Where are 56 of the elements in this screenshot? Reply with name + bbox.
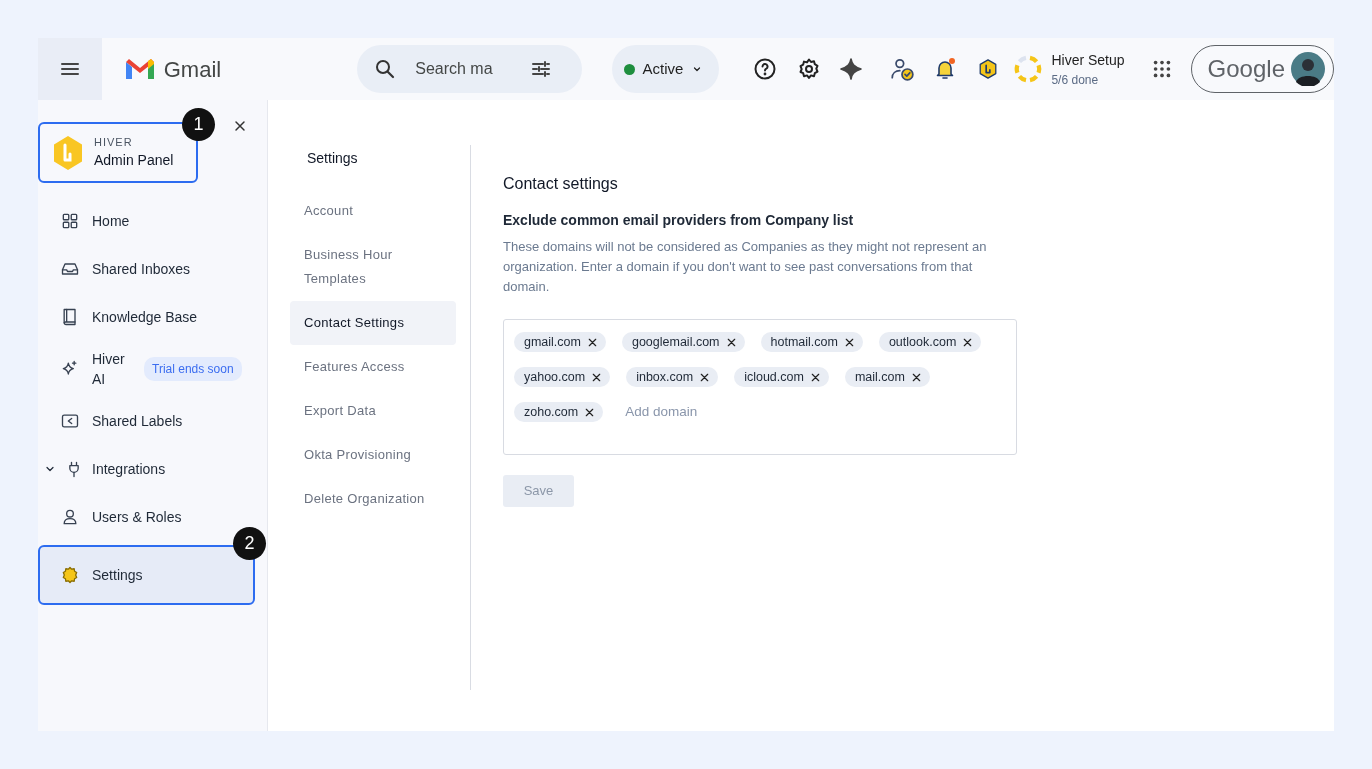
settings-nav-item[interactable]: Account [290, 189, 456, 233]
settings-nav-item[interactable]: Delete Organization [290, 477, 456, 521]
close-icon[interactable] [725, 336, 737, 348]
search-input[interactable]: Search ma [413, 56, 514, 82]
section-title: Settings [306, 149, 359, 168]
avatar [1291, 52, 1325, 86]
sidebar-item[interactable]: Home [38, 197, 267, 245]
trial-badge: Trial ends soon [144, 357, 242, 381]
domain-tag: googlemail.com [621, 332, 745, 352]
domain-tag: gmail.com [514, 332, 606, 352]
user-check-icon[interactable] [889, 56, 916, 82]
home-icon [60, 211, 80, 231]
close-icon[interactable] [584, 406, 596, 418]
status-button[interactable]: Active [611, 45, 720, 93]
brand-label: HIVER [94, 134, 134, 150]
domain-tag: icloud.com [734, 367, 829, 387]
sparkle-icon[interactable] [839, 57, 864, 81]
setup-title[interactable]: Hiver Setup [1051, 49, 1125, 71]
domain-tag: zoho.com [514, 402, 604, 422]
settings-nav-item[interactable]: Features Access [290, 345, 456, 389]
settings-nav-item[interactable]: Business Hour Templates [290, 233, 420, 301]
brand-title: Admin Panel [94, 151, 174, 171]
settings-nav-item[interactable]: Export Data [290, 389, 456, 433]
step-number: 1 [182, 108, 215, 141]
domain-tag: outlook.com [878, 332, 982, 352]
settings-nav-item[interactable]: Contact Settings [290, 301, 456, 345]
step-number: 2 [233, 527, 266, 560]
mail-logo-icon [123, 57, 156, 81]
settings-icon [60, 565, 80, 585]
sidebar-item[interactable]: Integrations [38, 445, 267, 493]
close-icon[interactable] [586, 336, 598, 348]
sidebar-item[interactable]: Hiver AI Trial ends soon [38, 341, 267, 397]
close-icon[interactable] [232, 118, 248, 134]
sidebar-item[interactable]: Knowledge Base [38, 293, 267, 341]
settings-nav-item[interactable]: Okta Provisioning [290, 433, 456, 477]
search-bar[interactable]: Search ma [357, 45, 582, 93]
close-icon[interactable] [809, 371, 821, 383]
menu-button[interactable] [38, 38, 102, 100]
sidebar-item[interactable]: Shared Inboxes [38, 245, 267, 293]
close-icon[interactable] [591, 371, 603, 383]
app-name: Gmail [163, 55, 222, 84]
close-icon[interactable] [699, 371, 711, 383]
sidebar-item[interactable]: Shared Labels [38, 397, 267, 445]
domain-tag: inbox.com [626, 367, 719, 387]
close-icon[interactable] [910, 371, 922, 383]
domain-tag: mail.com [844, 367, 930, 387]
close-icon[interactable] [843, 336, 855, 348]
domain-tag: hotmail.com [760, 332, 863, 352]
hexagon-logo-icon [52, 134, 84, 171]
domain-tag: yahoo.com [514, 367, 611, 387]
page-title: Contact settings [503, 174, 619, 194]
help-icon[interactable] [753, 57, 778, 81]
close-icon[interactable] [962, 336, 974, 348]
domain-input-field[interactable]: gmail.com googlemail.com hotmail.com outlook.com yahoo.com inbox.com icloud.com mail.com zoho.com Add domain [503, 319, 1017, 455]
description-text: These domains will not be considered as Companies as they might not represent an organization. Enter a domain if you don't want to see past conversations from that domain. [503, 238, 988, 296]
section-heading: Exclude common email providers from Company list [503, 211, 855, 230]
